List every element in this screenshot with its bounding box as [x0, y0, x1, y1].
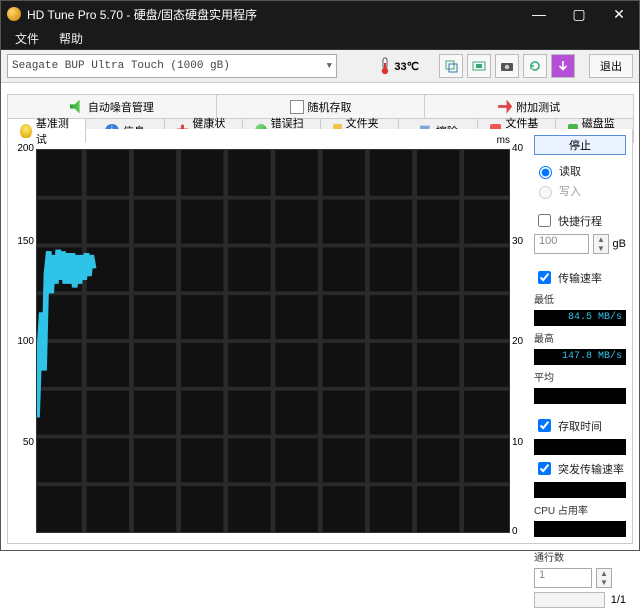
short-stroke-value[interactable]: 100 — [534, 234, 589, 254]
temperature-value: 33℃ — [394, 60, 419, 73]
passes-total: 1/1 — [611, 594, 626, 606]
toolbar-camera-button[interactable] — [495, 54, 519, 78]
chevron-down-icon: ▼ — [327, 61, 332, 71]
toolbar-refresh-button[interactable] — [523, 54, 547, 78]
maximize-button[interactable]: ▢ — [559, 1, 599, 27]
short-stroke-check[interactable]: 快捷行程 — [534, 211, 626, 230]
cpu-value — [534, 521, 626, 537]
max-label: 最高 — [534, 330, 626, 345]
tab-benchmark[interactable]: 基准测试 — [7, 118, 86, 143]
passes-spinner[interactable]: ▲▼ — [596, 568, 612, 588]
transfer-rate-check[interactable]: 传输速率 — [534, 268, 626, 287]
close-button[interactable]: ✕ — [599, 1, 639, 27]
toolbar: Seagate BUP Ultra Touch (1000 gB) ▼ 33℃ — [1, 50, 639, 83]
side-panel: 停止 读取 写入 快捷行程 100 ▲▼ gB 传输速率 最低 84.5 MB/… — [534, 135, 626, 537]
titlebar: HD Tune Pro 5.70 - 硬盘/固态硬盘实用程序 — ▢ ✕ — [1, 1, 639, 27]
menubar: 文件 帮助 — [1, 27, 639, 50]
min-label: 最低 — [534, 291, 626, 306]
avg-value — [534, 388, 626, 404]
cpu-label: CPU 占用率 — [534, 502, 626, 517]
drive-select[interactable]: Seagate BUP Ultra Touch (1000 gB) ▼ — [7, 54, 337, 78]
mode-write: 写入 — [534, 183, 626, 199]
temperature: 33℃ — [380, 57, 419, 75]
short-stroke-spinner[interactable]: ▲▼ — [593, 234, 608, 254]
menu-help[interactable]: 帮助 — [49, 28, 93, 49]
app-icon — [7, 7, 21, 21]
access-time-check[interactable]: 存取时间 — [534, 416, 626, 435]
chart-unit-right: ms — [497, 135, 510, 146]
window-title: HD Tune Pro 5.70 - 硬盘/固态硬盘实用程序 — [27, 6, 519, 23]
minimize-button[interactable]: — — [519, 1, 559, 27]
toolbar-save-button[interactable] — [551, 54, 575, 78]
access-time-value — [534, 439, 626, 455]
toolbar-copy-button[interactable] — [439, 54, 463, 78]
passes-progress — [534, 592, 605, 608]
passes-label: 通行数 — [534, 549, 626, 564]
volume-icon — [70, 100, 84, 114]
mode-read[interactable]: 读取 — [534, 163, 626, 179]
benchmark-chart: MB/s ms 200 150 100 50 40 30 20 10 0 — [14, 135, 528, 537]
min-value: 84.5 MB/s — [534, 310, 626, 326]
thermometer-icon — [380, 57, 390, 75]
max-value: 147.8 MB/s — [534, 349, 626, 365]
passes-value[interactable]: 1 — [534, 568, 592, 588]
toolbar-screenshot-button[interactable] — [467, 54, 491, 78]
burst-value — [534, 482, 626, 498]
stop-button[interactable]: 停止 — [534, 135, 626, 155]
tab-random-access[interactable]: 随机存取 — [216, 94, 426, 118]
arrow-right-icon — [498, 100, 512, 114]
menu-file[interactable]: 文件 — [5, 28, 49, 49]
page-icon — [290, 100, 304, 114]
drive-select-value: Seagate BUP Ultra Touch (1000 gB) — [12, 60, 230, 72]
burst-check[interactable]: 突发传输速率 — [534, 459, 626, 478]
bulb-icon — [20, 124, 32, 138]
exit-button[interactable]: 退出 — [589, 54, 633, 78]
avg-label: 平均 — [534, 369, 626, 384]
